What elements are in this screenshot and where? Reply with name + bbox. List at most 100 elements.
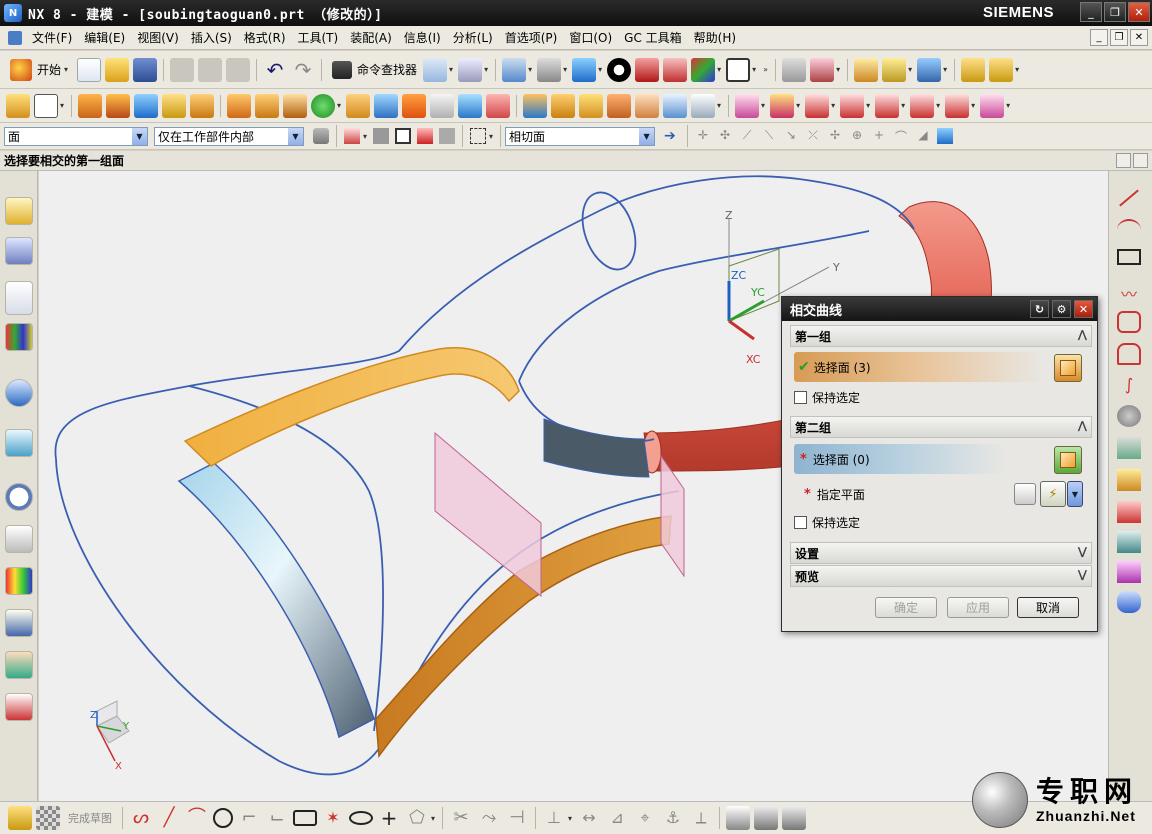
extrude-icon[interactable] (78, 93, 103, 118)
menu-tools[interactable]: 工具(T) (292, 29, 345, 46)
apply-button[interactable]: 应用 (947, 597, 1009, 618)
face-select-cube-icon[interactable] (1054, 354, 1082, 382)
sketch-line-icon[interactable]: ╱ (157, 806, 181, 830)
chamfer-icon[interactable] (551, 93, 576, 118)
sketch-offset-icon[interactable]: ⬠ (405, 806, 429, 830)
finish-sketch-label[interactable]: 完成草图 (68, 810, 112, 826)
sketch-rectangle-icon[interactable] (293, 810, 317, 826)
thicken-icon[interactable] (346, 93, 371, 118)
datum-plane-2[interactable] (660, 454, 685, 578)
snap-on-face-icon[interactable]: ◢ (915, 128, 931, 144)
snap-on-curve-icon[interactable]: ⌒ (893, 128, 909, 144)
select-box-icon[interactable] (395, 128, 412, 144)
section-circle[interactable] (573, 185, 645, 277)
resize-face-icon[interactable] (840, 93, 865, 118)
restore-button[interactable]: ❐ (1104, 2, 1126, 22)
join-curve-icon[interactable] (1117, 591, 1141, 613)
edge-blend-icon[interactable] (523, 93, 548, 118)
menu-view[interactable]: 视图(V) (131, 29, 185, 46)
project-curve-icon[interactable] (1117, 437, 1141, 459)
sketch-editor-icon[interactable] (726, 806, 751, 830)
group2-select-face-row[interactable]: * 选择面 (0) (794, 444, 1006, 474)
shaded-cube-icon[interactable] (572, 57, 597, 82)
system-scene-tab[interactable] (5, 693, 33, 721)
cancel-button[interactable]: 取消 (1017, 597, 1079, 618)
redo-icon[interactable]: ↷ (291, 58, 315, 82)
group1-select-face-row[interactable]: ✔ 选择面 (3) (794, 352, 1044, 382)
boss-icon[interactable] (190, 93, 215, 118)
selected-face-orange[interactable] (183, 347, 520, 467)
measure-icon[interactable] (882, 57, 907, 82)
wcs-icon[interactable] (810, 57, 835, 82)
bridge-curve-icon[interactable] (1117, 561, 1141, 583)
sketch-polygon-icon[interactable]: ✶ (321, 806, 345, 830)
preview-header[interactable]: 预览 ⋁ (790, 565, 1092, 587)
open-folder-icon[interactable] (105, 57, 130, 82)
assembly-icon[interactable] (283, 93, 308, 118)
menu-help[interactable]: 帮助(H) (688, 29, 742, 46)
roles-tab[interactable] (5, 651, 33, 679)
datum-plane-icon[interactable] (34, 93, 58, 118)
save-icon[interactable] (133, 57, 158, 82)
red-wire-cube-icon[interactable] (663, 57, 688, 82)
dimension-icon[interactable]: ↔ (577, 806, 601, 830)
menu-analysis[interactable]: 分析(L) (447, 29, 499, 46)
color-cube-icon[interactable] (691, 57, 716, 82)
mirror-face-icon[interactable] (980, 93, 1005, 118)
dialog-close-button[interactable]: ✕ (1074, 300, 1093, 318)
doc-restore-button[interactable]: ❐ (1110, 29, 1128, 46)
sweep-icon[interactable] (402, 93, 427, 118)
face-rule-select[interactable]: 相切面 ▼ (505, 126, 656, 146)
menu-preferences[interactable]: 首选项(P) (499, 29, 564, 46)
process-studio-tab[interactable] (5, 567, 33, 595)
trim-body-icon[interactable] (430, 93, 455, 118)
constraint-icon[interactable]: ⊥ (542, 806, 566, 830)
snap-arc-icon[interactable]: ↘ (783, 128, 799, 144)
app-menu-icon[interactable] (8, 30, 22, 45)
type-filter-select[interactable]: 面 ▼ (4, 126, 148, 146)
offset-region-icon[interactable] (910, 93, 935, 118)
command-finder-button[interactable]: 命令查找器 (326, 60, 421, 79)
mesh-surface-icon[interactable] (635, 93, 660, 118)
web-browser-tab[interactable] (5, 429, 33, 457)
menu-insert[interactable]: 插入(S) (185, 29, 238, 46)
sketch-task-icon[interactable] (8, 806, 32, 830)
group2-keep-checkbox[interactable] (794, 515, 807, 529)
reset-icon[interactable]: ↻ (1030, 300, 1049, 318)
info-tool-icon[interactable] (458, 57, 483, 82)
auto-constrain-icon[interactable]: ⊿ (605, 806, 629, 830)
assembly-navigator-tab[interactable] (5, 197, 33, 225)
bw-display-icon[interactable] (607, 57, 632, 82)
menu-format[interactable]: 格式(R) (238, 29, 292, 46)
extract-curve-icon[interactable] (1117, 531, 1141, 553)
ok-button[interactable]: 确定 (875, 597, 937, 618)
system-materials-tab[interactable] (5, 525, 33, 553)
hole-icon[interactable] (162, 93, 187, 118)
snap-line-icon[interactable]: ⟋ (739, 128, 755, 144)
group2-specify-plane-row[interactable]: * 指定平面 (794, 479, 865, 509)
group1-keep-selected-row[interactable]: 保持选定 (794, 382, 860, 412)
start-button[interactable]: 开始 ▾ (4, 58, 75, 81)
plane-type-dropdown[interactable]: ▼ (1067, 481, 1083, 507)
sketch-icon[interactable] (6, 93, 30, 118)
inferred-plane-icon[interactable]: ⚡ (1040, 481, 1066, 507)
resource-bar-toggle-2[interactable] (1133, 153, 1148, 168)
minimize-button[interactable]: _ (1080, 2, 1102, 22)
rectangle-icon[interactable] (1117, 249, 1141, 265)
menu-file[interactable]: 文件(F) (26, 29, 78, 46)
move-face-icon[interactable] (735, 93, 760, 118)
snap-point-icon[interactable] (344, 128, 360, 144)
offset-curve-icon[interactable] (1117, 405, 1141, 427)
part-navigator-tab[interactable] (5, 281, 33, 315)
block-icon[interactable] (134, 93, 159, 118)
intersect-curve-icon[interactable] (1117, 469, 1141, 491)
sketch-ellipse-icon[interactable] (349, 811, 373, 825)
sketch-arc-icon[interactable]: ⌒ (185, 806, 209, 830)
sketch-chamfer-icon[interactable]: ⌙ (265, 806, 289, 830)
split-body-icon[interactable] (458, 93, 483, 118)
selected-face-blue[interactable] (177, 462, 375, 739)
rectangle-select-icon[interactable] (470, 128, 487, 144)
resource-bar-toggle[interactable] (1116, 153, 1131, 168)
menu-edit[interactable]: 编辑(E) (78, 29, 131, 46)
reuse-library-tab[interactable] (5, 323, 33, 351)
